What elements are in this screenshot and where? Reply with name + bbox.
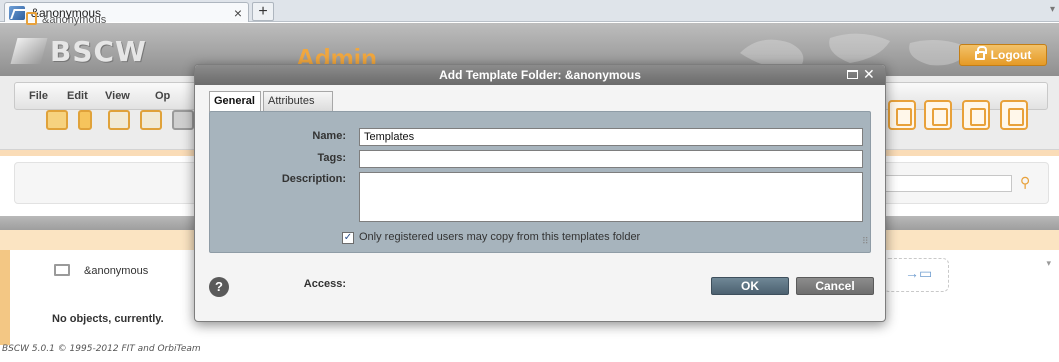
resize-grip-icon[interactable]: ⠿: [862, 236, 869, 247]
name-label: Name:: [312, 130, 346, 142]
access-label: Access:: [303, 278, 346, 290]
menu-edit[interactable]: Edit: [67, 90, 88, 102]
name-field[interactable]: [359, 128, 863, 146]
description-field[interactable]: [359, 172, 863, 222]
access-checkbox[interactable]: ✓: [342, 232, 354, 244]
clipboard-icon: [26, 12, 37, 25]
search-input[interactable]: [880, 175, 1012, 192]
menu-view[interactable]: View: [105, 90, 130, 102]
tab-list-chevron-icon[interactable]: ▾: [1050, 4, 1055, 15]
toolbar-note-icon[interactable]: [78, 110, 92, 130]
tab-attributes[interactable]: Attributes: [263, 91, 333, 111]
browser-tabbar: &anonymous × + ▾: [0, 0, 1059, 22]
folder-icon: [54, 264, 70, 276]
help-icon[interactable]: ?: [209, 277, 229, 297]
logout-label: Logout: [990, 48, 1032, 62]
bscw-logo-mark-icon: [10, 38, 48, 64]
browser-tab[interactable]: &anonymous ×: [4, 2, 249, 22]
toolbar-right-icon-1[interactable]: [888, 100, 916, 130]
dialog-titlebar[interactable]: Add Template Folder: &anonymous ✕: [195, 65, 885, 85]
empty-message: No objects, currently.: [52, 313, 164, 325]
add-template-folder-dialog: Add Template Folder: &anonymous ✕ Genera…: [194, 64, 886, 322]
close-icon[interactable]: ✕: [863, 66, 875, 83]
toolbar-gear-icon[interactable]: [172, 110, 194, 130]
cancel-button[interactable]: Cancel: [796, 277, 874, 295]
tags-field[interactable]: [359, 150, 863, 168]
toolbar-right-icon-2[interactable]: [924, 100, 952, 130]
toolbar-right-icon-3[interactable]: [962, 100, 990, 130]
tab-close-icon[interactable]: ×: [234, 5, 242, 21]
tab-general[interactable]: General: [209, 91, 261, 112]
bscw-logo[interactable]: BSCW: [10, 35, 147, 68]
maximize-icon[interactable]: [847, 70, 858, 79]
menu-operations[interactable]: Op: [155, 90, 170, 102]
logout-lock-icon: [974, 45, 987, 60]
bscw-tab-icon: [9, 5, 25, 20]
toolbar-right-icon-4[interactable]: [1000, 100, 1028, 130]
search-key-icon[interactable]: ⚲: [1020, 174, 1030, 191]
folder-name[interactable]: &anonymous: [84, 265, 148, 277]
footer-copyright: BSCW 5.0.1 © 1995-2012 FIT and OrbiTeam: [2, 344, 201, 354]
description-label: Description:: [281, 173, 346, 185]
toolbar-search-icon[interactable]: [46, 110, 68, 130]
tags-label: Tags:: [317, 152, 346, 164]
menu-file[interactable]: File: [29, 90, 48, 102]
toolbar-new-document-icon[interactable]: [140, 110, 162, 130]
access-checkbox-label: Only registered users may copy from this…: [359, 231, 641, 243]
new-tab-button[interactable]: +: [252, 2, 274, 21]
logout-button[interactable]: Logout: [959, 44, 1047, 66]
collapse-chevron-icon[interactable]: ▾: [1046, 258, 1051, 269]
dialog-title: Add Template Folder: &anonymous: [439, 68, 641, 82]
logo-text: BSCW: [50, 35, 147, 68]
breadcrumb[interactable]: &anonymous: [42, 14, 106, 26]
move-to-folder-icon: →▭: [905, 265, 933, 281]
ok-button[interactable]: OK: [711, 277, 789, 295]
toolbar-new-folder-icon[interactable]: [108, 110, 130, 130]
